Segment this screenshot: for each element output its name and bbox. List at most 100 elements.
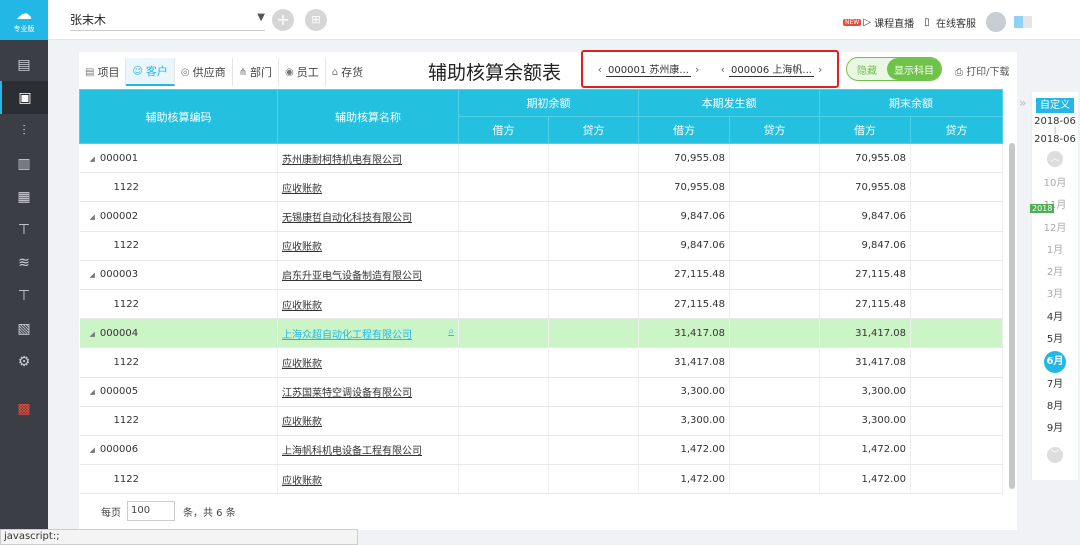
table-row[interactable]: 1122 应收账款 27,115.48 27,115.48 — [79, 289, 1003, 320]
closing-debit-cell: 9,847.06 — [819, 201, 911, 232]
table-row[interactable]: 1122 应收账款 70,955.08 70,955.08 — [79, 172, 1003, 203]
range-to-value[interactable]: 000006 上海帆... — [729, 61, 814, 77]
report-icon[interactable]: ▥ — [0, 147, 48, 180]
expand-triangle-icon[interactable]: ◢ — [90, 271, 95, 279]
month-item[interactable]: 8月 — [1032, 396, 1078, 418]
expand-triangle-icon[interactable]: ◢ — [90, 388, 95, 396]
row-name-link[interactable]: 应收账款 — [282, 242, 322, 253]
chevron-right-icon[interactable]: › — [691, 63, 703, 76]
ledger-icon[interactable]: ▤ — [0, 48, 48, 81]
row-name-link[interactable]: 无锡康哲自动化科技有限公司 — [282, 213, 412, 224]
tab-label: 客户 — [145, 65, 168, 78]
app-logo[interactable]: ☁ 专业版 — [0, 0, 48, 40]
table-row[interactable]: ◢ 000006 上海帆科机电设备工程有限公司 1,472.00 1,472.00 — [79, 435, 1003, 466]
table-row-selected[interactable]: ◢ 000004 上海众超自动化工程有限公司 ⌕ 31,417.08 31,417.… — [79, 318, 1003, 349]
month-item[interactable]: 9月 — [1032, 418, 1078, 440]
month-item[interactable]: 10月 — [1032, 173, 1078, 195]
online-service-link[interactable]: ▯ 在线客服 — [924, 15, 976, 30]
search-detail-icon[interactable]: ⌕ — [448, 326, 454, 337]
row-name-cell: 江苏国莱特空调设备有限公司 — [277, 377, 459, 407]
row-name-link[interactable]: 应收账款 — [282, 476, 322, 487]
row-code-cell: 1122 — [79, 172, 278, 203]
month-item-selected[interactable]: 6月 — [1032, 351, 1078, 374]
voucher-icon[interactable]: ▣ — [0, 81, 48, 114]
add-button[interactable]: + — [272, 9, 294, 31]
row-name-link[interactable]: 上海众超自动化工程有限公司 — [282, 330, 412, 341]
print-download-button[interactable]: ⎙ 打印/下载 — [955, 63, 1010, 78]
chevron-down-icon[interactable]: ﹀ — [1047, 446, 1063, 463]
table-row[interactable]: 1122 应收账款 1,472.00 1,472.00 — [79, 464, 1003, 495]
opening-debit-cell — [458, 201, 549, 232]
document-icon[interactable]: ▧ — [0, 312, 48, 345]
closing-credit-cell — [910, 260, 1003, 290]
chevron-right-icon[interactable]: › — [814, 63, 826, 76]
chart-icon[interactable]: ⫶ — [0, 114, 48, 147]
gift-icon[interactable]: ▩ — [0, 392, 48, 425]
tab-project[interactable]: ▤ 项目 — [79, 58, 127, 86]
tab-employee[interactable]: ◉ 员工 — [279, 58, 326, 86]
show-accounts-toggle[interactable]: 隐藏 显示科目 — [846, 57, 942, 81]
table-scrollbar[interactable] — [1009, 143, 1015, 489]
month-item[interactable]: 4月 — [1032, 307, 1078, 329]
table-row[interactable]: ◢ 000005 江苏国莱特空调设备有限公司 3,300.00 3,300.00 — [79, 377, 1003, 407]
page-size-input[interactable]: 100 — [127, 501, 175, 521]
month-item[interactable]: 5月 — [1032, 329, 1078, 351]
asset-icon[interactable]: ⊤ — [0, 279, 48, 312]
chevron-down-icon: ▼ — [257, 12, 265, 23]
month-item[interactable]: 11月 2018 — [1030, 195, 1078, 217]
chevron-left-icon[interactable]: ‹ — [594, 63, 606, 76]
apps-grid-button[interactable]: ⊞ — [305, 9, 327, 31]
department-icon: ⋔ — [238, 66, 248, 78]
row-code: 000001 — [99, 152, 139, 164]
opening-debit-cell — [458, 318, 549, 349]
row-code-cell: 1122 — [79, 464, 278, 495]
row-name-link[interactable]: 应收账款 — [282, 359, 322, 370]
stack-icon[interactable]: ≋ — [0, 246, 48, 279]
expand-triangle-icon[interactable]: ◢ — [90, 155, 95, 163]
row-name-link[interactable]: 苏州康耐柯特机电有限公司 — [282, 155, 402, 166]
custom-range-button[interactable]: 自定义 — [1036, 98, 1074, 113]
chevron-left-icon[interactable]: ‹ — [717, 63, 729, 76]
expand-triangle-icon[interactable]: ◢ — [90, 446, 95, 454]
live-course-link[interactable]: NEW ▷ 课程直播 — [843, 15, 914, 30]
opening-credit-cell — [548, 172, 639, 203]
closing-credit-cell — [910, 318, 1003, 349]
company-select[interactable]: 张末木 ▼ — [70, 11, 265, 31]
table-row[interactable]: ◢ 000003 启东升亚电气设备制造有限公司 27,115.48 27,115.… — [79, 260, 1003, 290]
row-code: 1122 — [113, 473, 139, 485]
row-name-link[interactable]: 应收账款 — [282, 184, 322, 195]
tab-department[interactable]: ⋔ 部门 — [233, 58, 280, 86]
table-row[interactable]: 1122 应收账款 3,300.00 3,300.00 — [79, 406, 1003, 436]
row-name-link[interactable]: 江苏国莱特空调设备有限公司 — [282, 388, 412, 399]
expand-triangle-icon[interactable]: ◢ — [90, 330, 95, 338]
row-name-link[interactable]: 应收账款 — [282, 301, 322, 312]
calendar-icon[interactable]: ▦ — [0, 180, 48, 213]
settings-icon[interactable]: ⚙ — [0, 345, 48, 378]
row-code-cell: ◢ 000002 — [79, 201, 278, 232]
row-name-link[interactable]: 应收账款 — [282, 417, 322, 428]
tab-customer[interactable]: ☺ 客户 — [126, 58, 175, 86]
range-end-date[interactable]: 2018-06 — [1032, 134, 1078, 145]
tab-supplier[interactable]: ◎ 供应商 — [175, 58, 233, 86]
table-row[interactable]: 1122 应收账款 9,847.06 9,847.06 — [79, 231, 1003, 261]
avatar[interactable] — [986, 12, 1006, 32]
closing-credit-cell — [910, 201, 1003, 232]
table-row[interactable]: ◢ 000002 无锡康哲自动化科技有限公司 9,847.06 9,847.06 — [79, 201, 1003, 232]
chevron-up-icon[interactable]: ︿ — [1047, 151, 1063, 167]
table-row[interactable]: 1122 应收账款 31,417.08 31,417.08 — [79, 347, 1003, 378]
month-item[interactable]: 12月 — [1032, 218, 1078, 240]
row-name-link[interactable]: 上海帆科机电设备工程有限公司 — [282, 446, 422, 457]
row-name-link[interactable]: 启东升亚电气设备制造有限公司 — [282, 271, 422, 282]
row-code: 000003 — [99, 269, 139, 281]
table-row[interactable]: ◢ 000001 苏州康耐柯特机电有限公司 70,955.08 70,955.08 — [79, 143, 1003, 174]
tax-icon[interactable]: ⊤ — [0, 213, 48, 246]
month-item[interactable]: 7月 — [1032, 374, 1078, 396]
expand-triangle-icon[interactable]: ◢ — [90, 213, 95, 221]
month-item[interactable]: 1月 — [1032, 240, 1078, 262]
collapse-rail-icon[interactable]: » — [1019, 96, 1026, 110]
month-item[interactable]: 3月 — [1032, 284, 1078, 306]
tab-inventory[interactable]: ⌂ 存货 — [326, 58, 369, 86]
month-item[interactable]: 2月 — [1032, 262, 1078, 284]
opening-credit-cell — [548, 289, 639, 320]
range-from-value[interactable]: 000001 苏州康... — [606, 61, 691, 77]
